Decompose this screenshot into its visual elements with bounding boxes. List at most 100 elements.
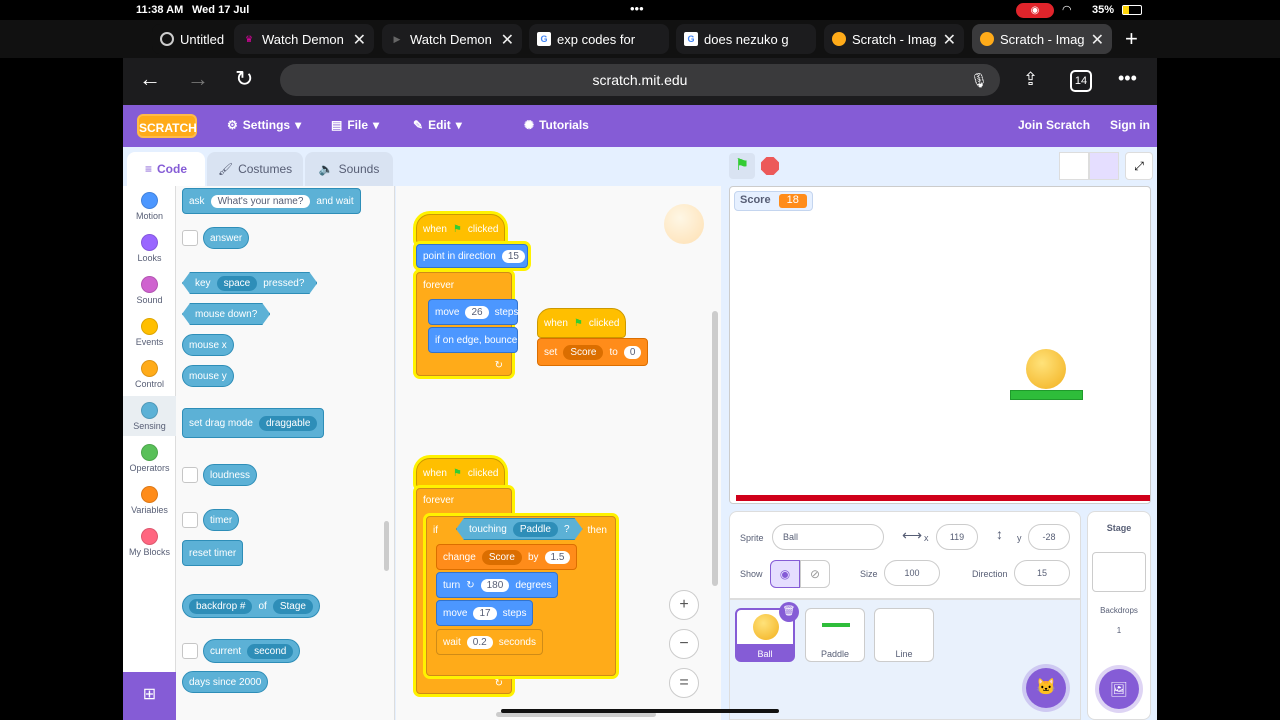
- when-flag-clicked-hat[interactable]: when ⚑ clicked: [537, 308, 627, 338]
- timer-block[interactable]: timer: [203, 509, 240, 531]
- point-direction-block[interactable]: point in direction 15: [416, 244, 528, 268]
- key-pressed-block[interactable]: key space pressed?: [182, 272, 317, 294]
- move-steps-block[interactable]: move 26 steps: [428, 299, 518, 325]
- tab-sounds[interactable]: 🔈 Sounds: [305, 152, 393, 186]
- file-menu[interactable]: ▤ File ▾: [331, 118, 379, 132]
- x-input[interactable]: 119: [936, 524, 978, 550]
- delete-sprite-icon[interactable]: 🗑: [779, 602, 799, 622]
- days-since-block[interactable]: days since 2000: [182, 671, 269, 693]
- variable-dropdown[interactable]: Score: [563, 344, 604, 360]
- add-sprite-button[interactable]: 🐱: [1026, 668, 1066, 708]
- stop-button[interactable]: [761, 157, 779, 175]
- edit-menu[interactable]: ✎ Edit ▾: [413, 118, 462, 132]
- value-input[interactable]: 0: [623, 345, 642, 359]
- block-text: to: [609, 346, 618, 358]
- sprite-name-input[interactable]: Ball: [772, 524, 884, 550]
- settings-menu[interactable]: ⚙ Settings ▾: [227, 118, 301, 132]
- sprite-tile-line[interactable]: Line: [874, 608, 934, 662]
- loudness-block[interactable]: loudness: [203, 464, 258, 486]
- category-label: Looks: [137, 253, 162, 263]
- category-control[interactable]: Control: [123, 360, 176, 389]
- block-text: ?: [563, 523, 570, 535]
- ball-sprite[interactable]: [1026, 349, 1066, 389]
- move-steps-block[interactable]: move 17 steps: [436, 600, 534, 626]
- variable-dropdown[interactable]: Score: [481, 549, 522, 565]
- palette-scrollbar[interactable]: [384, 521, 389, 571]
- green-flag-button[interactable]: ⚑: [729, 153, 755, 179]
- category-sensing[interactable]: Sensing: [123, 396, 176, 436]
- script-scrollbar-vertical[interactable]: [712, 311, 718, 586]
- time-dropdown[interactable]: second: [247, 643, 294, 659]
- y-input[interactable]: -28: [1028, 524, 1070, 550]
- fullscreen-icon[interactable]: ⤢: [1125, 152, 1153, 180]
- show-visible-icon[interactable]: ◉: [770, 560, 800, 588]
- key-dropdown[interactable]: space: [217, 276, 258, 291]
- timer-checkbox[interactable]: [182, 512, 198, 528]
- set-variable-block[interactable]: set Score to 0: [537, 338, 649, 366]
- stage-canvas[interactable]: Score 18: [729, 186, 1151, 504]
- score-monitor[interactable]: Score 18: [734, 191, 813, 211]
- ask-input[interactable]: What's your name?: [210, 194, 311, 208]
- reset-timer-block[interactable]: reset timer: [182, 540, 244, 566]
- zoom-out-button[interactable]: −: [669, 629, 699, 659]
- loudness-checkbox[interactable]: [182, 467, 198, 483]
- line-sprite[interactable]: [736, 495, 1150, 501]
- category-sound[interactable]: Sound: [123, 276, 176, 305]
- extension-button[interactable]: ⊞: [123, 672, 176, 720]
- current-time-block[interactable]: current second: [203, 639, 301, 663]
- hide-sprite-icon[interactable]: ⊘: [800, 560, 830, 588]
- stage-selector[interactable]: Stage Backdrops 1 🖼: [1087, 511, 1151, 720]
- wait-block[interactable]: wait 0.2 seconds: [436, 629, 543, 655]
- tab-code[interactable]: ≡ Code: [127, 152, 205, 186]
- home-indicator[interactable]: [501, 709, 779, 713]
- touching-block[interactable]: touching Paddle?: [456, 518, 583, 540]
- direction-input[interactable]: 15: [1014, 560, 1070, 586]
- category-motion[interactable]: Motion: [123, 192, 176, 221]
- stage-thumbnail[interactable]: [1092, 552, 1146, 592]
- large-stage-button[interactable]: [1089, 152, 1119, 180]
- bounce-block[interactable]: if on edge, bounce: [428, 327, 518, 353]
- small-stage-button[interactable]: [1059, 152, 1089, 180]
- mouse-y-block[interactable]: mouse y: [182, 365, 234, 387]
- category-events[interactable]: Events: [123, 318, 176, 347]
- ask-block[interactable]: ask What's your name? and wait: [182, 188, 361, 214]
- category-looks[interactable]: Looks: [123, 234, 176, 263]
- sign-in-link[interactable]: Sign in: [1110, 118, 1150, 132]
- direction-input[interactable]: 15: [501, 249, 525, 263]
- sprite-tile-ball[interactable]: Ball 🗑: [735, 602, 799, 662]
- degrees-input[interactable]: 180: [480, 578, 510, 592]
- answer-block[interactable]: answer: [203, 227, 250, 249]
- add-backdrop-button[interactable]: 🖼: [1099, 669, 1139, 709]
- change-variable-block[interactable]: change Score by 1.5: [436, 544, 578, 570]
- mouse-down-block[interactable]: mouse down?: [182, 303, 270, 325]
- join-scratch-link[interactable]: Join Scratch: [1018, 118, 1090, 132]
- scratch-logo[interactable]: SCRATCH: [137, 114, 197, 138]
- steps-input[interactable]: 26: [465, 305, 489, 319]
- zoom-reset-button[interactable]: =: [669, 668, 699, 698]
- touching-dropdown[interactable]: Paddle: [513, 522, 558, 537]
- when-flag-clicked-hat[interactable]: when ⚑ clicked: [416, 214, 506, 244]
- steps-input[interactable]: 17: [473, 606, 497, 620]
- turn-block[interactable]: turn ↻ 180 degrees: [436, 572, 559, 598]
- property-dropdown[interactable]: backdrop #: [189, 598, 253, 614]
- answer-checkbox[interactable]: [182, 230, 198, 246]
- backdrop-of-block[interactable]: backdrop # of Stage: [182, 594, 320, 618]
- set-drag-mode-block[interactable]: set drag mode draggable: [182, 408, 325, 438]
- sprite-tile-paddle[interactable]: Paddle: [805, 608, 865, 662]
- drag-dropdown[interactable]: draggable: [258, 415, 318, 431]
- when-flag-clicked-hat[interactable]: when ⚑ clicked: [416, 458, 506, 488]
- size-input[interactable]: 100: [884, 560, 940, 586]
- target-dropdown[interactable]: Stage: [272, 598, 313, 614]
- category-operators[interactable]: Operators: [123, 444, 176, 473]
- current-checkbox[interactable]: [182, 643, 198, 659]
- tab-costumes[interactable]: 🖌 Costumes: [207, 152, 303, 186]
- change-input[interactable]: 1.5: [544, 550, 571, 564]
- paddle-sprite[interactable]: [1010, 390, 1083, 400]
- mouse-x-block[interactable]: mouse x: [182, 334, 234, 356]
- category-dot: [141, 192, 158, 209]
- category-variables[interactable]: Variables: [123, 486, 176, 515]
- category-my-blocks[interactable]: My Blocks: [123, 528, 176, 557]
- zoom-in-button[interactable]: +: [669, 590, 699, 620]
- tutorials-button[interactable]: ✺ Tutorials: [524, 118, 589, 132]
- wait-input[interactable]: 0.2: [466, 635, 493, 649]
